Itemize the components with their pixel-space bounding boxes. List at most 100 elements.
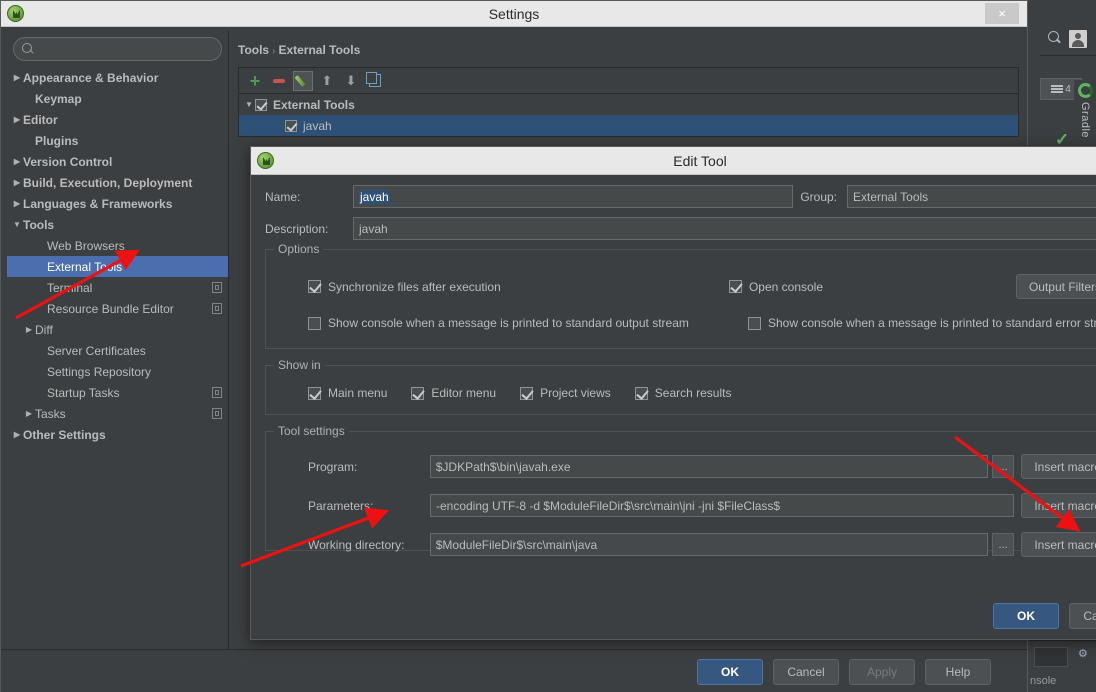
sidebar-item-label: Settings Repository — [47, 364, 152, 379]
search-box[interactable] — [13, 37, 222, 61]
external-tools-panel: + ⬆ ⬇ ▼ External Tools javah — [238, 67, 1019, 137]
project-views-label: Project views — [540, 386, 611, 400]
search-input[interactable] — [40, 41, 213, 57]
insert-macro-button[interactable]: Insert macro... — [1021, 493, 1096, 518]
sidebar-item-keymap[interactable]: Keymap — [7, 88, 228, 109]
output-filters-button[interactable]: Output Filters... — [1015, 274, 1096, 299]
chevron-down-icon[interactable]: ▼ — [11, 220, 23, 229]
sidebar-item-resource-bundle-editor[interactable]: Resource Bundle Editor — [7, 298, 228, 319]
checkbox-icon[interactable] — [255, 98, 267, 111]
browse-button[interactable]: ... — [991, 533, 1015, 556]
sidebar-item-settings-repository[interactable]: Settings Repository — [7, 361, 228, 382]
description-field[interactable]: javah — [353, 217, 1096, 240]
open-console-checkbox[interactable]: Open console — [728, 280, 1016, 294]
edit-tool-title: Edit Tool — [673, 152, 727, 169]
checkbox-icon — [308, 386, 321, 400]
chevron-right-icon[interactable]: ▶ — [11, 157, 23, 166]
settings-cancel-button[interactable]: Cancel — [773, 658, 839, 685]
project-views-checkbox[interactable]: Project views — [520, 386, 611, 400]
edit-tool-cancel-button[interactable]: Cancel — [1069, 603, 1096, 629]
sidebar-item-terminal[interactable]: Terminal — [7, 277, 228, 298]
tool-setting-row: Working directory: $ModuleFileDir$\src\ma… — [308, 532, 1096, 557]
insert-macro-button[interactable]: Insert macro... — [1021, 454, 1096, 479]
sidebar-item-label: Startup Tasks — [47, 385, 120, 400]
move-up-button[interactable]: ⬆ — [317, 71, 337, 91]
editor-menu-checkbox[interactable]: Editor menu — [411, 386, 496, 400]
breadcrumb: Tools › External Tools — [230, 31, 1023, 67]
group-field[interactable]: External Tools — [847, 185, 1096, 208]
sync-files-checkbox[interactable]: Synchronize files after execution — [308, 280, 729, 294]
chevron-right-icon[interactable]: ▶ — [11, 73, 23, 82]
tool-tree-row[interactable]: javah — [239, 115, 1018, 136]
remove-tool-button[interactable] — [269, 71, 289, 91]
settings-sidebar: ▶ Appearance & Behavior Keymap ▶ Editor Plugi… — [7, 31, 229, 663]
chevron-right-icon[interactable]: ▶ — [11, 199, 23, 208]
arrow-down-icon: ⬇ — [345, 73, 357, 88]
sidebar-item-web-browsers[interactable]: Web Browsers — [7, 235, 228, 256]
settings-help-button[interactable]: Help — [925, 658, 991, 685]
sidebar-item-tools[interactable]: ▼ Tools — [7, 214, 228, 235]
sidebar-item-tasks[interactable]: ▶ Tasks — [7, 403, 228, 424]
show-in-legend: Show in — [274, 358, 325, 372]
lines-icon — [1051, 84, 1064, 95]
checkbox-icon[interactable] — [285, 119, 297, 132]
tool-tree-row[interactable]: ▼ External Tools — [239, 94, 1018, 115]
edit-tool-ok-button[interactable]: OK — [993, 603, 1059, 629]
gradle-label: Gradle — [1079, 102, 1091, 139]
settings-apply-button[interactable]: Apply — [849, 658, 915, 685]
sidebar-item-external-tools[interactable]: External Tools — [7, 256, 228, 277]
tool-setting-input[interactable]: -encoding UTF-8 -d $ModuleFileDir$\src\m… — [429, 494, 1015, 517]
show-console-stderr-checkbox[interactable]: Show console when a message is printed t… — [748, 316, 1096, 330]
move-down-button[interactable]: ⬇ — [341, 71, 361, 91]
tool-setting-input[interactable]: $JDKPath$\bin\javah.exe — [429, 455, 988, 478]
chevron-right-icon[interactable]: ▶ — [23, 325, 35, 334]
insert-macro-button[interactable]: Insert macro... — [1021, 532, 1096, 557]
external-tools-toolbar: + ⬆ ⬇ — [239, 68, 1018, 94]
sidebar-item-build-execution-deployment[interactable]: ▶ Build, Execution, Deployment — [7, 172, 228, 193]
show-console-stderr-label: Show console when a message is printed t… — [768, 316, 1096, 330]
sidebar-item-languages-frameworks[interactable]: ▶ Languages & Frameworks — [7, 193, 228, 214]
name-field[interactable]: javah — [353, 185, 793, 208]
show-console-stdout-checkbox[interactable]: Show console when a message is printed t… — [308, 316, 748, 330]
sidebar-item-label: Other Settings — [23, 427, 106, 442]
search-icon[interactable] — [1048, 31, 1063, 46]
gradle-icon — [1077, 83, 1093, 98]
console-tab-label[interactable]: nsole — [1030, 675, 1056, 687]
browse-button[interactable]: ... — [991, 455, 1015, 478]
tool-setting-value: -encoding UTF-8 -d $ModuleFileDir$\src\m… — [435, 498, 781, 513]
search-results-checkbox[interactable]: Search results — [634, 386, 731, 400]
sidebar-item-label: Server Certificates — [47, 343, 146, 358]
settings-ok-button[interactable]: OK — [697, 658, 763, 685]
chevron-right-icon[interactable]: ▶ — [11, 178, 23, 187]
settings-small-icon[interactable]: ⚙ — [1078, 647, 1088, 660]
copy-tool-button[interactable] — [365, 71, 385, 91]
tool-setting-label: Working directory: — [308, 537, 405, 552]
sidebar-item-version-control[interactable]: ▶ Version Control — [7, 151, 228, 172]
tool-setting-input[interactable]: $ModuleFileDir$\src\main\java — [429, 533, 988, 556]
sidebar-item-plugins[interactable]: Plugins — [7, 130, 228, 151]
breadcrumb-separator: › — [272, 46, 276, 57]
chevron-right-icon[interactable]: ▶ — [11, 115, 23, 124]
sidebar-item-startup-tasks[interactable]: Startup Tasks — [7, 382, 228, 403]
breadcrumb-parent[interactable]: Tools — [238, 43, 269, 57]
tool-settings-legend: Tool settings — [274, 424, 349, 438]
close-icon[interactable]: × — [985, 3, 1019, 24]
sidebar-item-appearance-behavior[interactable]: ▶ Appearance & Behavior — [7, 67, 228, 88]
chevron-down-icon[interactable]: ▼ — [243, 100, 255, 109]
main-menu-checkbox[interactable]: Main menu — [308, 386, 387, 400]
arrow-up-icon: ⬆ — [321, 73, 333, 88]
chevron-right-icon[interactable]: ▶ — [11, 430, 23, 439]
sidebar-item-diff[interactable]: ▶ Diff — [7, 319, 228, 340]
bottom-toolbar-box[interactable] — [1034, 647, 1068, 667]
sidebar-item-server-certificates[interactable]: Server Certificates — [7, 340, 228, 361]
edit-tool-button[interactable] — [293, 70, 313, 91]
description-label: Description: — [265, 221, 329, 236]
chevron-right-icon[interactable]: ▶ — [23, 409, 35, 418]
add-tool-button[interactable]: + — [245, 71, 265, 91]
checkbox-icon — [411, 386, 425, 400]
sidebar-item-label: Tools — [23, 217, 55, 232]
avatar[interactable] — [1069, 29, 1087, 48]
main-menu-label: Main menu — [328, 386, 388, 400]
sidebar-item-other-settings[interactable]: ▶ Other Settings — [7, 424, 228, 445]
sidebar-item-editor[interactable]: ▶ Editor — [7, 109, 228, 130]
